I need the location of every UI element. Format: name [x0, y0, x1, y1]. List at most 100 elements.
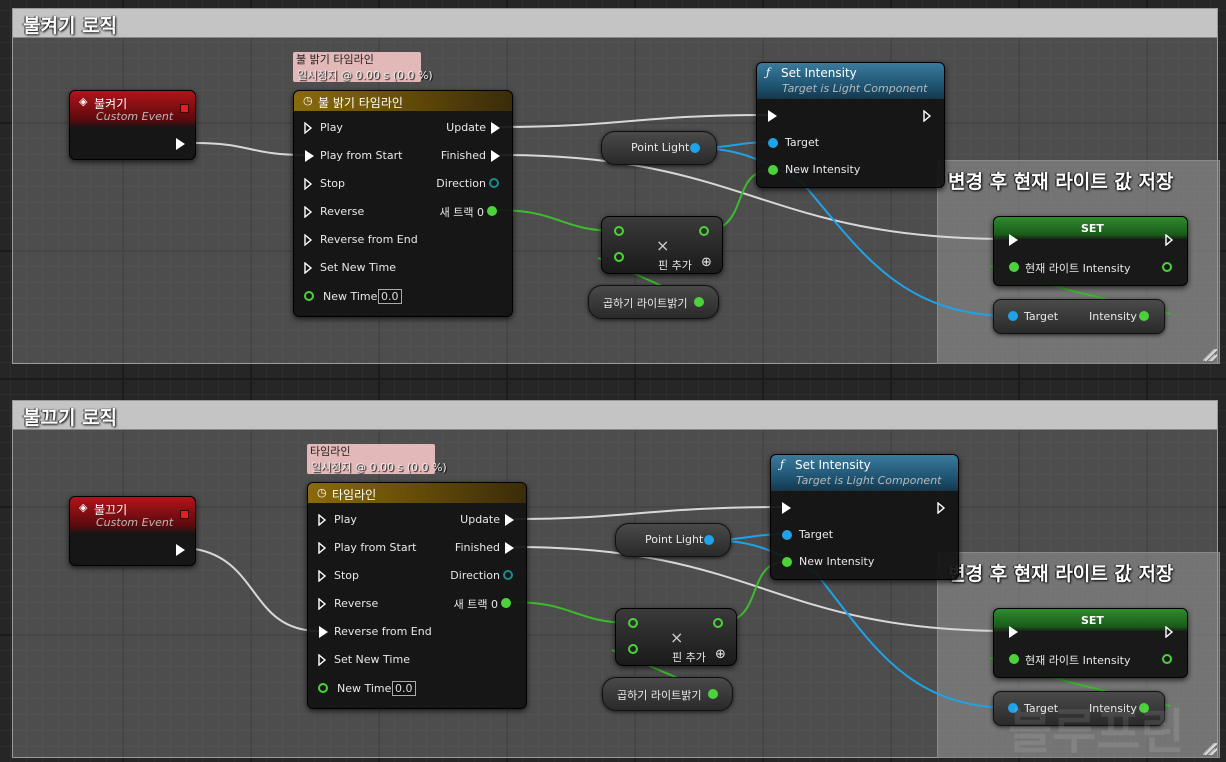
- float-out-pin[interactable]: [713, 618, 723, 628]
- variable-label: Point Light: [645, 533, 704, 546]
- new-time-input[interactable]: 0.0: [378, 289, 402, 304]
- exec-in-pin-reverse[interactable]: [304, 206, 313, 218]
- pin-label-finished: Finished: [440, 149, 486, 162]
- exec-out-pin[interactable]: [1165, 626, 1174, 638]
- float-out-pin[interactable]: [1139, 311, 1149, 321]
- exec-in-pin-play[interactable]: [318, 514, 327, 526]
- add-pin-icon[interactable]: ⊕: [701, 255, 712, 270]
- resize-handle[interactable]: [1205, 349, 1217, 361]
- float-in-pin-b[interactable]: [614, 252, 624, 262]
- delegate-pin[interactable]: [180, 104, 189, 113]
- exec-in-pin-reverse-from-end[interactable]: [304, 234, 313, 246]
- pin-label-set-new-time: Set New Time: [320, 261, 396, 274]
- exec-out-pin[interactable]: [176, 138, 185, 150]
- float-out-pin[interactable]: [1162, 262, 1172, 272]
- object-in-pin-target[interactable]: [782, 530, 792, 540]
- pin-label-reverse: Reverse: [334, 597, 379, 610]
- exec-out-pin[interactable]: [176, 544, 185, 556]
- intensity-getter-top[interactable]: Target Intensity: [993, 299, 1165, 334]
- float-in-pin-a[interactable]: [628, 618, 638, 628]
- comment-header[interactable]: 불켜기 로직: [13, 9, 1217, 38]
- float-out-pin-new-track[interactable]: [501, 598, 511, 608]
- custom-event-node-turn-on[interactable]: ◈ 불켜기 Custom Event: [69, 90, 196, 160]
- float-out-pin[interactable]: [708, 689, 718, 699]
- exec-out-pin[interactable]: [937, 502, 946, 514]
- point-light-variable-top[interactable]: Point Light: [601, 131, 717, 165]
- timeline-tooltip-status: 일시정지 @ 0.00 s (0.0 %): [311, 461, 447, 474]
- set-title: SET: [1081, 614, 1104, 627]
- object-in-pin-target[interactable]: [1008, 311, 1018, 321]
- multiply-node-top[interactable]: × 핀 추가 ⊕: [601, 216, 723, 274]
- delegate-pin[interactable]: [180, 510, 189, 519]
- object-out-pin[interactable]: [704, 535, 714, 545]
- float-in-pin-a[interactable]: [614, 226, 624, 236]
- float-out-pin[interactable]: [699, 226, 709, 236]
- pin-label-new-track: 새 트랙 0: [439, 206, 484, 219]
- float-out-pin[interactable]: [694, 297, 704, 307]
- exec-out-pin[interactable]: [923, 110, 932, 122]
- variable-label: 곱하기 라이트밝기: [603, 297, 688, 310]
- set-intensity-node-top[interactable]: ƒ Set Intensity Target is Light Componen…: [756, 62, 945, 188]
- set-variable-node-top[interactable]: SET 현재 라이트 Intensity: [993, 216, 1188, 286]
- pin-label-new-intensity: New Intensity: [799, 555, 875, 568]
- exec-in-pin-play-from-start[interactable]: [318, 542, 327, 554]
- exec-in-pin-stop[interactable]: [318, 570, 327, 582]
- event-subtitle: Custom Event: [96, 516, 174, 529]
- resize-handle[interactable]: [1205, 743, 1217, 755]
- direction-out-pin[interactable]: [489, 178, 499, 188]
- exec-in-pin-play-from-start[interactable]: [305, 150, 314, 162]
- function-title: Set Intensity: [781, 66, 857, 80]
- exec-out-pin-finished[interactable]: [491, 150, 500, 162]
- multiply-node-bottom[interactable]: × 핀 추가 ⊕: [615, 608, 737, 666]
- function-icon: ƒ: [766, 66, 771, 79]
- float-in-pin-new-time[interactable]: [318, 683, 328, 693]
- exec-in-pin-reverse[interactable]: [318, 598, 327, 610]
- float-out-pin[interactable]: [1162, 654, 1172, 664]
- float-in-pin-new-intensity[interactable]: [782, 557, 792, 567]
- direction-out-pin[interactable]: [503, 570, 513, 580]
- add-pin-label[interactable]: 핀 추가: [658, 257, 692, 273]
- exec-out-pin-update[interactable]: [505, 514, 514, 526]
- timeline-node-top[interactable]: ◷ 불 밝기 타임라인 Play Play from Start Stop Re…: [293, 90, 513, 317]
- brightness-variable-bottom[interactable]: 곱하기 라이트밝기: [602, 677, 733, 711]
- exec-in-pin[interactable]: [768, 110, 777, 122]
- timeline-node-bottom[interactable]: ◷ 타임라인 Play Play from Start Stop Reverse…: [307, 482, 527, 709]
- comment-title: 불켜기 로직: [23, 15, 118, 37]
- pin-label-reverse: Reverse: [320, 205, 365, 218]
- float-in-pin-new-time[interactable]: [304, 291, 314, 301]
- exec-in-pin[interactable]: [1009, 626, 1018, 638]
- pin-label-target: Target: [799, 528, 834, 541]
- float-in-pin[interactable]: [1009, 654, 1019, 664]
- new-time-input[interactable]: 0.0: [392, 681, 416, 696]
- exec-in-pin-stop[interactable]: [304, 178, 313, 190]
- add-pin-label[interactable]: 핀 추가: [672, 649, 706, 665]
- exec-out-pin-finished[interactable]: [505, 542, 514, 554]
- watermark-text: 블루프린: [1008, 704, 1185, 760]
- function-subtitle: Target is Light Component: [796, 474, 942, 487]
- brightness-variable-top[interactable]: 곱하기 라이트밝기: [588, 285, 719, 319]
- comment-header[interactable]: 불끄기 로직: [13, 401, 1217, 430]
- object-in-pin-target[interactable]: [768, 138, 778, 148]
- float-in-pin[interactable]: [1009, 262, 1019, 272]
- point-light-variable-bottom[interactable]: Point Light: [615, 523, 731, 557]
- set-intensity-node-bottom[interactable]: ƒ Set Intensity Target is Light Componen…: [770, 454, 959, 580]
- exec-in-pin[interactable]: [782, 502, 791, 514]
- set-variable-node-bottom[interactable]: SET 현재 라이트 Intensity: [993, 608, 1188, 678]
- function-title: Set Intensity: [795, 458, 871, 472]
- exec-in-pin-set-new-time[interactable]: [318, 654, 327, 666]
- exec-in-pin-set-new-time[interactable]: [304, 262, 313, 274]
- pin-label-play-from-start: Play from Start: [320, 149, 403, 162]
- exec-in-pin-play[interactable]: [304, 122, 313, 134]
- exec-in-pin-reverse-from-end[interactable]: [319, 626, 328, 638]
- float-in-pin-new-intensity[interactable]: [768, 165, 778, 175]
- pin-label-set-new-time: Set New Time: [334, 653, 410, 666]
- custom-event-node-turn-off[interactable]: ◈ 불끄기 Custom Event: [69, 496, 196, 566]
- object-out-pin[interactable]: [690, 143, 700, 153]
- float-out-pin-new-track[interactable]: [487, 206, 497, 216]
- set-variable-label: 현재 라이트 Intensity: [1025, 262, 1131, 275]
- exec-out-pin[interactable]: [1165, 234, 1174, 246]
- add-pin-icon[interactable]: ⊕: [715, 647, 726, 662]
- exec-in-pin[interactable]: [1009, 234, 1018, 246]
- exec-out-pin-update[interactable]: [491, 122, 500, 134]
- float-in-pin-b[interactable]: [628, 644, 638, 654]
